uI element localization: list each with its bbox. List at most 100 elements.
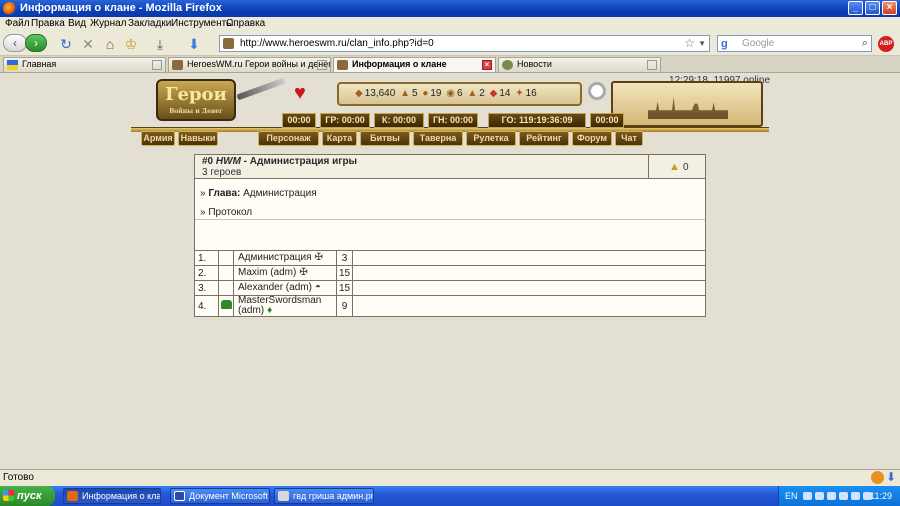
taskbar: пуск Информация о клан... Документ Micro… — [0, 486, 900, 506]
start-label: пуск — [17, 490, 42, 502]
menu-file[interactable]: Файл — [5, 18, 30, 29]
member-extra — [352, 265, 706, 281]
nav-character[interactable]: Персонаж — [258, 131, 319, 146]
timer-gn: ГН: 00:00 — [428, 113, 478, 128]
tray-volume-icon[interactable] — [815, 492, 824, 500]
castle-picture[interactable] — [611, 81, 763, 127]
download-status-icon[interactable]: ⬇ — [886, 471, 896, 484]
adblock-icon[interactable]: ABP — [878, 36, 894, 52]
tray-app-icon[interactable] — [827, 492, 836, 500]
close-window-button[interactable]: × — [882, 1, 897, 15]
tray-network-icon[interactable] — [803, 492, 812, 500]
task-label: гвд гриша админ.pn... — [293, 491, 373, 501]
nav-chat[interactable]: Чат — [615, 131, 643, 146]
nav-tavern[interactable]: Таверна — [413, 131, 463, 146]
tab-label: HeroesWM.ru Герои войны и денег. ... — [187, 59, 331, 69]
resource-sulfur: 2 — [479, 88, 485, 99]
download-arrow-icon[interactable]: ⬇ — [186, 36, 202, 52]
gold-icon: ▲ — [669, 161, 680, 173]
member-extra — [352, 250, 706, 266]
menu-history[interactable]: Журнал — [90, 18, 127, 29]
back-button[interactable]: ‹ — [3, 34, 27, 52]
start-button[interactable]: пуск — [0, 486, 55, 506]
tray-update-icon[interactable] — [851, 492, 860, 500]
tab-clan-info[interactable]: Информация о клане × — [333, 57, 496, 72]
firefox-icon — [67, 491, 78, 501]
logo-text: Герои — [165, 84, 227, 105]
nav-map[interactable]: Карта — [322, 131, 357, 146]
extension-icon[interactable]: ♔ — [123, 36, 139, 52]
nav-forum[interactable]: Форум — [572, 131, 612, 146]
search-input[interactable]: g Google ⌕ — [717, 35, 872, 52]
crystal-icon: ◆ — [489, 88, 498, 99]
member-level: 3 — [335, 250, 354, 266]
menu-edit[interactable]: Правка — [31, 18, 65, 29]
tab-close-icon[interactable] — [647, 60, 657, 70]
leaf-icon: ♦ — [267, 305, 273, 316]
tab-close-icon[interactable] — [152, 60, 162, 70]
downloads-icon[interactable]: ⤓ — [152, 36, 168, 52]
clock-icon[interactable] — [588, 82, 606, 100]
window-title-bar: Информация о клане - Mozilla Firefox _ □… — [0, 0, 900, 17]
url-bar[interactable]: http://www.heroeswm.ru/clan_info.php?id=… — [219, 35, 710, 52]
resource-wood: 5 — [411, 88, 418, 99]
stop-icon[interactable]: ✕ — [80, 36, 96, 52]
url-dropdown-icon[interactable]: ▼ — [698, 36, 706, 51]
nav-rating[interactable]: Рейтинг — [519, 131, 569, 146]
google-icon[interactable]: g — [721, 37, 728, 52]
resource-gold: 13,640 — [364, 88, 396, 99]
minimize-button[interactable]: _ — [848, 1, 863, 15]
forward-button[interactable]: › — [25, 34, 47, 52]
tab-news[interactable]: Новости — [498, 57, 661, 72]
clan-leader: » Глава: Администрация — [200, 188, 317, 199]
cross-icon: ✠ — [299, 267, 308, 278]
maximize-button[interactable]: □ — [865, 1, 880, 15]
ore-icon: ● — [422, 88, 429, 99]
tab-close-icon[interactable]: × — [482, 60, 492, 70]
cross-icon: ✠ — [314, 252, 323, 263]
clan-header: #0 HWM - Администрация игры 3 героев ▲ 0 — [195, 155, 705, 179]
bookmark-star-icon[interactable]: ☆ — [684, 36, 695, 51]
nav-army[interactable]: Армия — [141, 131, 175, 146]
menu-tools[interactable]: Инструменты — [171, 18, 233, 29]
language-indicator[interactable]: EN — [785, 486, 798, 506]
firefox-icon — [3, 2, 16, 15]
nav-skills[interactable]: Навыки — [178, 131, 218, 146]
reload-icon[interactable]: ↻ — [58, 36, 74, 52]
menu-bookmarks[interactable]: Закладки — [128, 18, 171, 29]
leader-name-link[interactable]: Администрация — [243, 188, 317, 199]
resource-crystal: 14 — [499, 88, 511, 99]
member-level: 15 — [335, 280, 354, 296]
menu-view[interactable]: Вид — [68, 18, 86, 29]
clan-tag: HWM — [215, 156, 241, 167]
window-title: Информация о клане - Mozilla Firefox — [20, 2, 222, 14]
task-word[interactable]: Документ Microsoft ... — [170, 488, 270, 504]
timer-hp: 00:00 — [282, 113, 316, 128]
system-tray: EN 11:29 — [778, 486, 900, 506]
member-name-link[interactable]: Alexander (adm) — [238, 282, 312, 293]
home-icon[interactable]: ⌂ — [102, 36, 118, 52]
members-table: 1. Администрация ✠ 3 2. Maxim (adm) ✠ 15 3… — [194, 250, 706, 317]
menu-help[interactable]: Справка — [226, 18, 265, 29]
table-row: 4. MasterSwordsman (adm) ♦ 9 — [194, 295, 706, 317]
tray-security-icon[interactable] — [839, 492, 848, 500]
clan-rating-value: 0 — [683, 162, 689, 173]
addon-icon[interactable] — [871, 471, 884, 484]
member-name-link[interactable]: Администрация — [238, 252, 312, 263]
nav-battles[interactable]: Битвы — [360, 131, 410, 146]
member-name-link[interactable]: MasterSwordsman (adm) — [238, 295, 321, 316]
game-logo[interactable]: Герои Войны и Денег — [156, 79, 236, 121]
task-image[interactable]: гвд гриша админ.pn... — [274, 488, 374, 504]
table-row: 1. Администрация ✠ 3 — [194, 250, 706, 266]
protocol-link[interactable]: » Протокол — [200, 207, 252, 218]
member-name-link[interactable]: Maxim (adm) — [238, 267, 296, 278]
url-text: http://www.heroeswm.ru/clan_info.php?id=… — [240, 38, 434, 49]
member-level: 15 — [335, 265, 354, 281]
tab-close-icon[interactable] — [317, 60, 327, 70]
tab-main[interactable]: Главная — [3, 57, 166, 72]
task-firefox[interactable]: Информация о клан... — [63, 488, 161, 504]
nav-roulette[interactable]: Рулетка — [466, 131, 516, 146]
tab-label: Информация о клане — [352, 59, 447, 69]
search-icon[interactable]: ⌕ — [862, 36, 868, 51]
tab-heroeswm[interactable]: HeroesWM.ru Герои войны и денег. ... — [168, 57, 331, 72]
